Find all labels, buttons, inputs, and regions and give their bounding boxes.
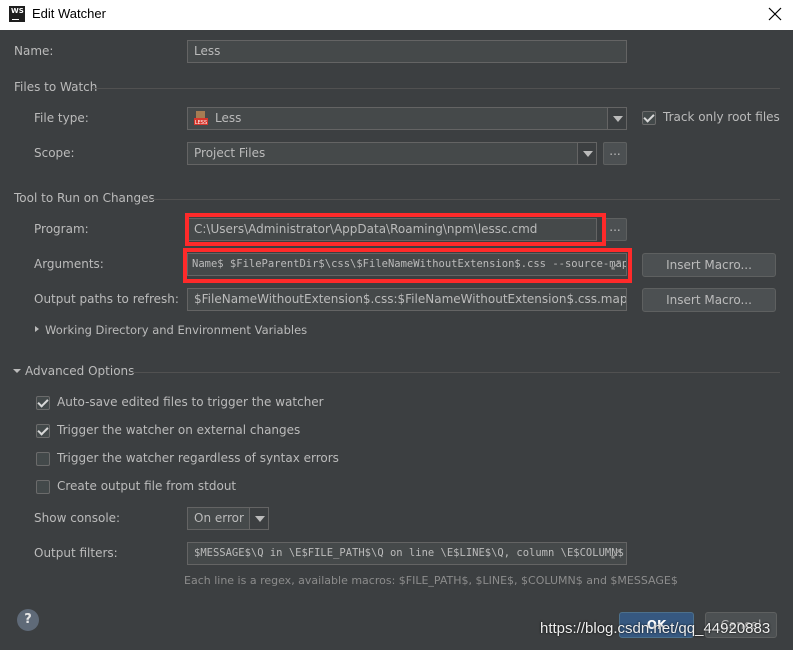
webstorm-logo-icon: WS [9,6,25,22]
name-label: Name: [14,44,54,58]
show-console-label: Show console: [34,511,121,525]
output-filters-label: Output filters: [34,546,118,560]
chevron-right-icon[interactable] [33,325,41,333]
less-file-icon: LESS [194,111,208,126]
auto-save-checkbox[interactable] [36,396,50,410]
external-changes-label[interactable]: Trigger the watcher on external changes [57,423,300,437]
file-type-combo[interactable]: LESS Less [187,107,627,130]
create-output-label[interactable]: Create output file from stdout [57,479,236,493]
watermark-text: https://blog.csdn.net/qq_44920883 [540,620,771,637]
chevron-down-icon[interactable] [577,143,596,164]
insert-macro-button-output-paths[interactable]: Insert Macro... [642,288,776,312]
highlight-box-program [185,213,606,246]
scope-more-button[interactable]: ... [603,142,627,165]
section-divider [148,199,780,200]
expand-icon[interactable] [611,549,621,559]
file-type-label: File type: [34,111,89,125]
app-logo-text: WS [11,7,24,15]
show-console-value: On error [194,511,244,525]
advanced-options-heading[interactable]: Advanced Options [25,364,134,378]
name-input[interactable]: Less [187,40,627,63]
output-paths-input[interactable]: $FileNameWithoutExtension$.css:$FileName… [187,288,627,311]
track-only-root-checkbox[interactable] [642,111,656,125]
output-paths-label: Output paths to refresh: [34,292,179,306]
chevron-down-icon[interactable] [13,367,21,375]
scope-value: Project Files [194,146,266,160]
program-label: Program: [34,222,89,236]
arguments-label: Arguments: [34,257,104,271]
help-icon[interactable]: ? [17,609,39,631]
scope-combo[interactable]: Project Files [187,142,597,165]
regardless-syntax-checkbox[interactable] [36,452,50,466]
scope-label: Scope: [34,146,75,160]
title-bar: WS Edit Watcher [0,0,793,30]
svg-text:LESS: LESS [195,120,207,126]
section-divider [92,88,780,89]
section-divider [132,372,780,373]
files-to-watch-heading: Files to Watch [14,80,98,94]
window-title: Edit Watcher [32,6,106,21]
regardless-syntax-label[interactable]: Trigger the watcher regardless of syntax… [57,451,339,465]
output-filters-input[interactable]: $MESSAGE$\Q in \E$FILE_PATH$\Q on line \… [187,542,627,565]
program-more-button[interactable]: ... [603,218,627,241]
file-type-value: Less [215,111,242,125]
insert-macro-button-arguments[interactable]: Insert Macro... [642,253,776,277]
output-filters-value: $MESSAGE$\Q in \E$FILE_PATH$\Q on line \… [194,547,624,559]
auto-save-label[interactable]: Auto-save edited files to trigger the wa… [57,395,324,409]
tool-heading: Tool to Run on Changes [14,191,155,205]
chevron-down-icon[interactable] [607,108,626,129]
external-changes-checkbox[interactable] [36,424,50,438]
output-filters-hint: Each line is a regex, available macros: … [184,574,678,587]
create-output-checkbox[interactable] [36,480,50,494]
show-console-combo[interactable]: On error [187,507,269,530]
chevron-down-icon[interactable] [249,508,268,529]
close-icon[interactable] [765,4,785,24]
working-directory-toggle[interactable]: Working Directory and Environment Variab… [45,323,307,337]
highlight-box-arguments [183,248,632,283]
track-only-root-label[interactable]: Track only root files [663,110,780,124]
